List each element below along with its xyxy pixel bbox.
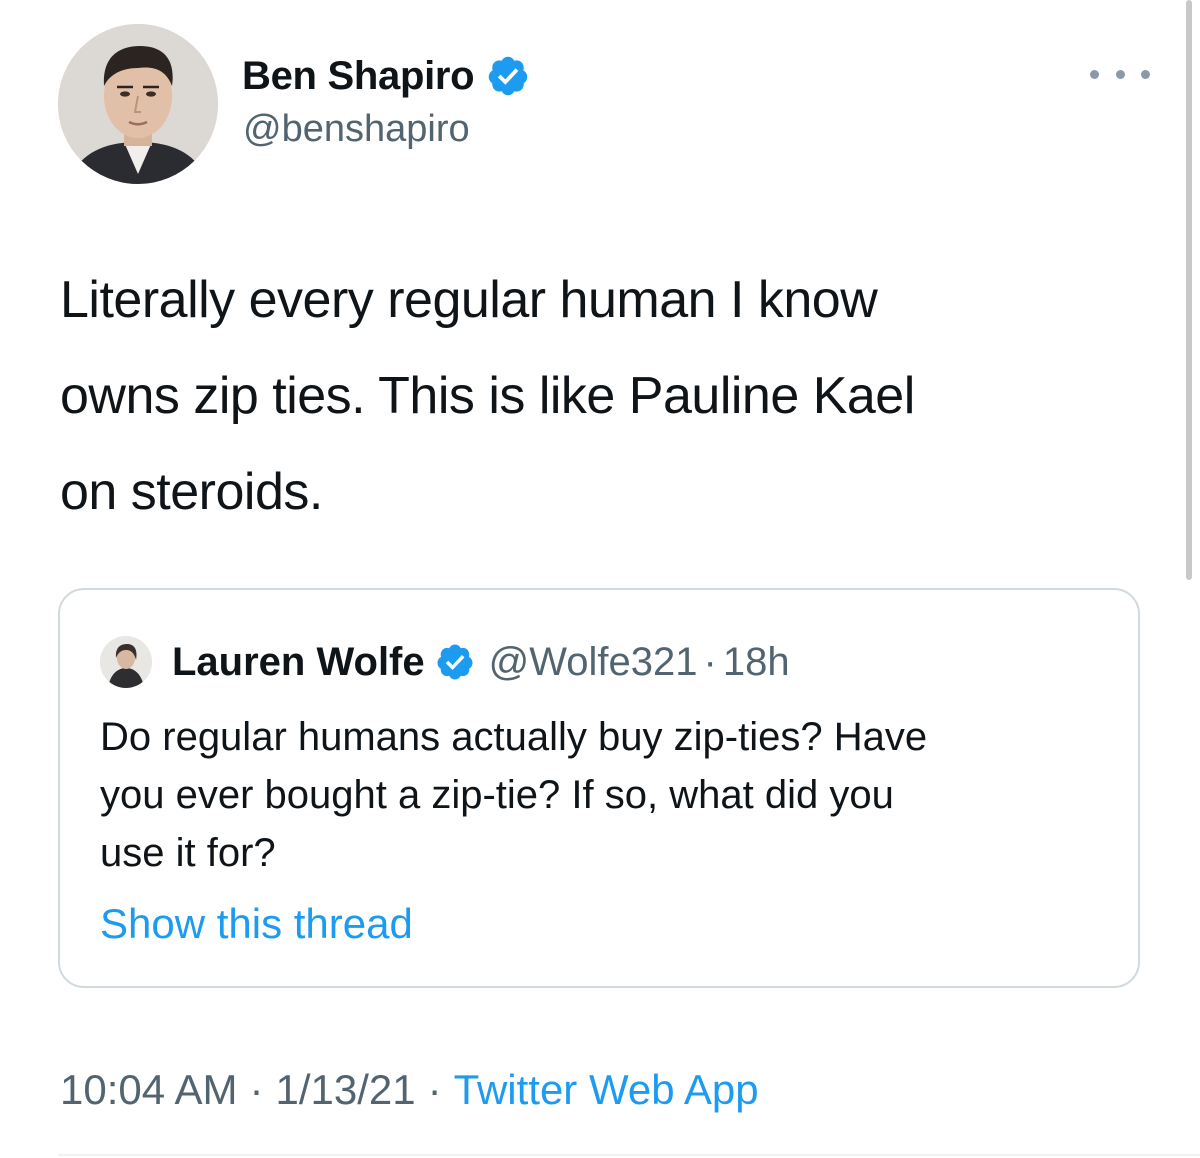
tweet-text-line: Literally every regular human I know	[60, 271, 878, 329]
quoted-author-avatar[interactable]	[100, 636, 152, 688]
author-name-row[interactable]: Ben Shapiro	[242, 50, 530, 102]
verified-badge-icon	[435, 642, 475, 682]
more-horizontal-icon[interactable]	[1090, 56, 1150, 92]
scrollbar[interactable]	[1186, 0, 1192, 580]
more-dot	[1115, 69, 1125, 79]
tweet-source-link[interactable]: Twitter Web App	[454, 1066, 759, 1114]
quoted-text-line: Do regular humans actually buy zip-ties?…	[100, 715, 928, 759]
quoted-text-line: you ever bought a zip-tie? If so, what d…	[100, 773, 894, 817]
divider	[58, 1154, 1200, 1156]
author-display-name: Ben Shapiro	[242, 53, 475, 98]
quoted-tweet-text: Do regular humans actually buy zip-ties?…	[100, 708, 1100, 882]
author-avatar[interactable]	[58, 24, 218, 184]
verified-badge-icon	[486, 54, 530, 98]
tweet-text: Literally every regular human I know own…	[60, 252, 1140, 540]
tweet: Ben Shapiro @benshapiro Literally every …	[0, 0, 1200, 1158]
quoted-tweet-time[interactable]: 18h	[723, 640, 790, 685]
separator-dot: ·	[249, 1066, 264, 1113]
more-dot	[1141, 69, 1150, 79]
quoted-author-handle[interactable]: @Wolfe321	[489, 640, 698, 685]
tweet-text-line: on steroids.	[60, 463, 323, 521]
separator-dot: ·	[427, 1066, 442, 1113]
quoted-tweet-header: Lauren Wolfe @Wolfe321 · 18h	[172, 634, 790, 690]
quoted-text-line: use it for?	[100, 831, 276, 875]
tweet-date[interactable]: 1/13/21	[275, 1066, 415, 1114]
tweet-time[interactable]: 10:04 AM	[60, 1066, 237, 1114]
show-thread-link[interactable]: Show this thread	[100, 900, 413, 948]
quoted-tweet-card[interactable]: Lauren Wolfe @Wolfe321 · 18h Do regular …	[58, 588, 1140, 988]
more-dot	[1090, 69, 1099, 79]
quoted-author-display-name[interactable]: Lauren Wolfe	[172, 640, 425, 685]
separator-dot: ·	[703, 639, 717, 684]
author-handle[interactable]: @benshapiro	[243, 108, 470, 151]
tweet-metadata: 10:04 AM · 1/13/21 · Twitter Web App	[60, 1062, 759, 1118]
tweet-text-line: owns zip ties. This is like Pauline Kael	[60, 367, 915, 425]
